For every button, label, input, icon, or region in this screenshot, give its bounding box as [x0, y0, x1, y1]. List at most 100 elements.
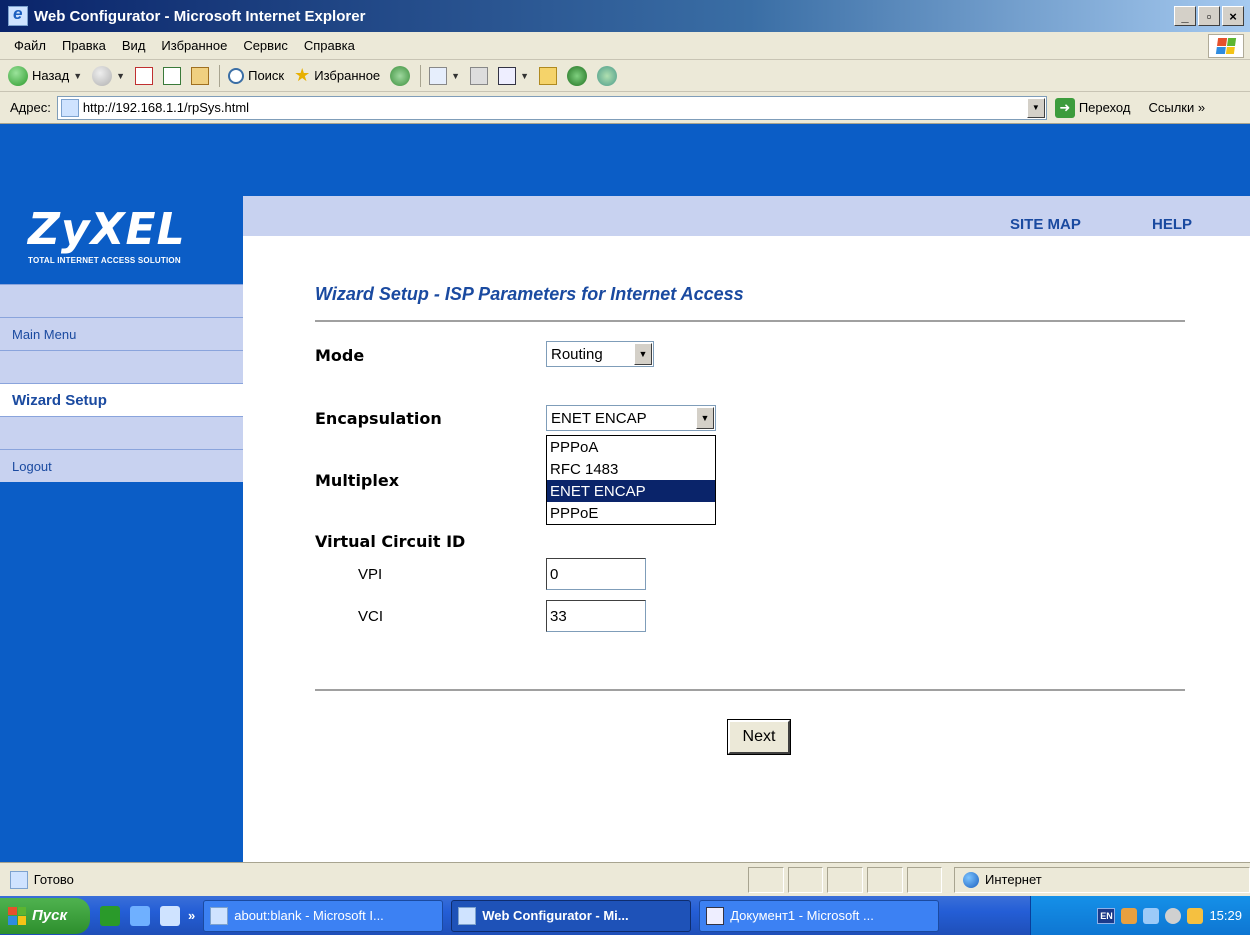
quicklaunch-chevron[interactable]: » — [188, 908, 195, 923]
nav-spacer — [0, 416, 243, 449]
minimize-button[interactable]: _ — [1174, 6, 1196, 26]
back-label: Назад — [32, 68, 70, 83]
task-button-web-configurator[interactable]: Web Configurator - Mi... — [451, 899, 692, 932]
divider — [315, 689, 1185, 691]
tray-app-icon[interactable] — [1121, 907, 1138, 924]
nav-spacer — [0, 284, 243, 317]
sidebar-item-wizard-setup[interactable]: Wizard Setup — [0, 383, 243, 416]
option-enet-encap[interactable]: ENET ENCAP — [547, 480, 715, 502]
next-button[interactable]: Next — [727, 719, 791, 755]
site-map-link[interactable]: SITE MAP — [1010, 216, 1081, 233]
home-button[interactable] — [191, 66, 210, 85]
home-icon — [191, 66, 210, 85]
menu-view[interactable]: Вид — [122, 38, 146, 53]
language-indicator[interactable]: EN — [1097, 907, 1116, 924]
sidebar-item-main-menu[interactable]: Main Menu — [0, 317, 243, 350]
discuss-button[interactable] — [597, 65, 617, 86]
print-button[interactable] — [470, 66, 489, 85]
web-page: ZyXEL TOTAL INTERNET ACCESS SOLUTION SIT… — [0, 124, 1250, 862]
start-button[interactable]: Пуск — [0, 897, 90, 934]
back-button[interactable]: Назад ▼ — [8, 65, 83, 86]
status-panel — [748, 866, 784, 893]
address-input[interactable]: http://192.168.1.1/rpSys.html ▼ — [56, 95, 1047, 120]
go-label: Переход — [1078, 100, 1131, 115]
menu-file[interactable]: Файл — [14, 38, 46, 53]
search-button[interactable]: Поиск — [228, 67, 284, 84]
menu-favorites[interactable]: Избранное — [161, 38, 227, 53]
virtual-circuit-id-label: Virtual Circuit ID — [315, 532, 466, 551]
folder-icon — [539, 66, 557, 85]
word-icon — [498, 66, 517, 85]
chevron-down-icon: ▼ — [520, 70, 529, 81]
messenger-quicklaunch-icon[interactable] — [100, 905, 120, 926]
chevron-down-icon: ▼ — [451, 70, 461, 81]
mode-value: Routing — [551, 345, 603, 363]
tray-network-icon[interactable] — [1143, 907, 1160, 924]
chevron-down-icon: ▼ — [73, 70, 83, 81]
help-link[interactable]: HELP — [1152, 216, 1192, 233]
favorites-label: Избранное — [314, 68, 381, 83]
logo-tagline: TOTAL INTERNET ACCESS SOLUTION — [28, 256, 181, 265]
ie-icon — [210, 906, 229, 925]
mode-select[interactable]: Routing ▼ — [546, 341, 654, 367]
menu-tools[interactable]: Сервис — [243, 38, 288, 53]
chevron-down-icon[interactable]: ▼ — [696, 407, 714, 429]
encapsulation-select[interactable]: ENET ENCAP ▼ — [546, 405, 716, 431]
multiplex-label: Multiplex — [315, 471, 400, 490]
refresh-button[interactable] — [163, 66, 182, 85]
zyxel-logo: ZyXEL TOTAL INTERNET ACCESS SOLUTION — [28, 208, 186, 266]
system-tray: EN 15:29 — [1030, 896, 1250, 935]
links-button[interactable]: Ссылки » — [1148, 100, 1205, 115]
ie-quicklaunch-icon[interactable] — [130, 905, 150, 926]
tray-clock-icon[interactable] — [1165, 907, 1182, 924]
option-pppoe[interactable]: PPPoE — [547, 502, 715, 524]
vci-label: VCI — [358, 608, 384, 625]
vpi-input[interactable]: 0 — [546, 558, 646, 590]
chevron-down-icon[interactable]: ▼ — [1026, 97, 1045, 118]
toolbar: Назад ▼ ▼ Поиск ★ Избранное ▼ ▼ — [0, 60, 1250, 92]
status-panel — [866, 866, 903, 893]
forward-arrow-icon — [92, 65, 113, 86]
status-panel — [906, 866, 943, 893]
close-button[interactable]: × — [1222, 6, 1244, 26]
refresh-icon — [163, 66, 182, 85]
favorites-button[interactable]: ★ Избранное — [294, 65, 380, 86]
chevron-down-icon: ▼ — [116, 70, 126, 81]
sidebar-nav: Main Menu Wizard Setup Logout — [0, 284, 243, 482]
media-button[interactable] — [390, 65, 411, 86]
encapsulation-value: ENET ENCAP — [551, 409, 647, 427]
menu-help[interactable]: Справка — [304, 38, 355, 53]
vci-input[interactable]: 33 — [546, 600, 646, 632]
sidebar-item-logout[interactable]: Logout — [0, 449, 243, 482]
divider — [315, 320, 1185, 322]
messenger-button[interactable] — [567, 65, 587, 86]
option-rfc-1483[interactable]: RFC 1483 — [547, 458, 715, 480]
folder-button[interactable] — [539, 66, 557, 85]
address-bar: Адрес: http://192.168.1.1/rpSys.html ▼ ➜… — [0, 92, 1250, 124]
back-arrow-icon — [8, 65, 28, 86]
menu-edit[interactable]: Правка — [62, 38, 106, 53]
address-label: Адрес: — [10, 100, 51, 115]
page-icon — [10, 870, 28, 889]
encapsulation-dropdown-list: PPPoA RFC 1483 ENET ENCAP PPPoE — [546, 435, 716, 525]
globe-icon — [963, 871, 980, 888]
word-button[interactable]: ▼ — [498, 66, 529, 85]
chevron-down-icon[interactable]: ▼ — [634, 343, 652, 365]
address-url[interactable]: http://192.168.1.1/rpSys.html — [83, 100, 1027, 115]
security-zone: Интернет — [954, 866, 1250, 893]
go-button[interactable]: ➜ Переход — [1054, 97, 1131, 118]
page-icon — [60, 98, 79, 117]
start-label: Пуск — [32, 907, 68, 924]
desktop-quicklaunch-icon[interactable] — [160, 905, 180, 926]
task-button-about-blank[interactable]: about:blank - Microsoft I... — [203, 899, 444, 932]
stop-button[interactable] — [135, 66, 154, 85]
option-pppoa[interactable]: PPPoA — [547, 436, 715, 458]
status-panel — [827, 866, 863, 893]
task-button-word-document[interactable]: Документ1 - Microsoft ... — [699, 899, 940, 932]
zone-label: Интернет — [985, 872, 1042, 887]
stop-icon — [135, 66, 154, 85]
tray-update-icon[interactable] — [1187, 907, 1204, 924]
maximize-button[interactable]: ▫ — [1198, 6, 1220, 26]
mail-button[interactable]: ▼ — [429, 66, 461, 85]
forward-button[interactable]: ▼ — [92, 65, 126, 86]
